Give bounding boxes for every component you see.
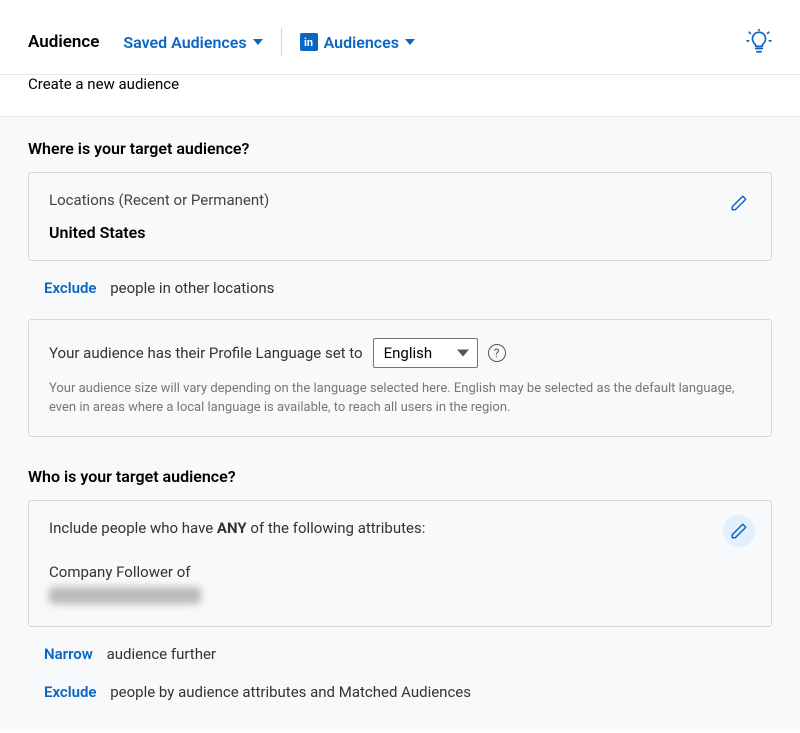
help-icon[interactable]: ? [488,344,506,362]
chevron-down-icon [405,39,415,45]
language-panel: Your audience has their Profile Language… [28,319,772,437]
lightbulb-icon [746,29,772,55]
include-any: ANY [217,519,247,537]
page-subtitle: Create a new audience [0,75,800,115]
chevron-down-icon [457,350,469,357]
exclude-locations-link[interactable]: Exclude [44,279,97,297]
language-select-value: English [384,344,433,362]
language-select[interactable]: English [373,338,478,368]
language-prefix-text: Your audience has their Profile Language… [49,344,363,362]
attribute-value-redacted [49,587,201,604]
locations-label: Locations (Recent or Permanent) [49,191,751,209]
exclude-locations-row: Exclude people in other locations [44,279,772,297]
narrow-text: audience further [107,645,216,663]
pencil-icon [730,522,748,540]
chevron-down-icon [253,39,263,45]
saved-audiences-label: Saved Audiences [123,33,246,52]
exclude-attributes-row: Exclude people by audience attributes an… [44,683,772,701]
edit-attributes-button[interactable] [723,515,755,547]
who-section-heading: Who is your target audience? [28,467,772,486]
pencil-icon [730,194,748,212]
narrow-row: Narrow audience further [44,645,772,663]
linkedin-icon: in [300,33,318,51]
audiences-dropdown[interactable]: in Audiences [300,33,415,52]
locations-value: United States [49,223,751,242]
include-suffix: of the following attributes: [247,519,426,537]
language-note: Your audience size will vary depending o… [49,380,751,418]
attributes-panel: Include people who have ANY of the follo… [28,500,772,627]
include-prefix: Include people who have [49,519,217,537]
audience-title: Audience [28,32,99,52]
edit-location-button[interactable] [723,187,755,219]
exclude-attributes-text: people by audience attributes and Matche… [110,683,471,701]
tips-button[interactable] [746,29,772,55]
header-divider [281,28,282,56]
exclude-attributes-link[interactable]: Exclude [44,683,97,701]
narrow-link[interactable]: Narrow [44,645,93,663]
saved-audiences-dropdown[interactable]: Saved Audiences [123,33,262,52]
location-section-heading: Where is your target audience? [28,139,772,158]
exclude-locations-text: people in other locations [110,279,274,297]
location-panel: Locations (Recent or Permanent) United S… [28,172,772,261]
audiences-label: Audiences [324,33,399,52]
attribute-label: Company Follower of [49,563,751,581]
include-text: Include people who have ANY of the follo… [49,519,751,537]
